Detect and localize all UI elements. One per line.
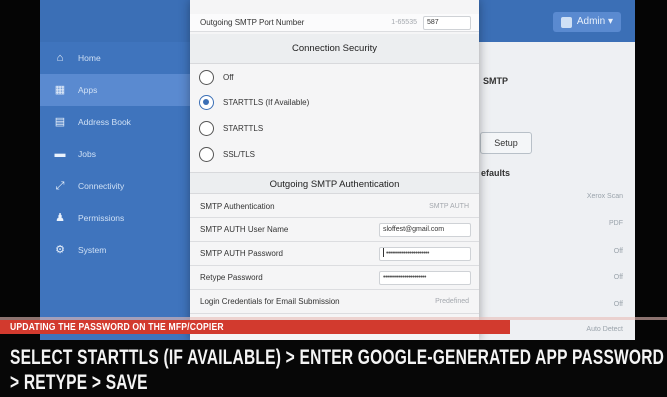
login-credentials-value: Predefined — [435, 298, 469, 305]
sidebar-item-address-book[interactable]: ▤ Address Book — [40, 106, 190, 138]
video-frame: Admin ▾ ⌂ Home ▦ Apps ▤ Address Book ▬ J… — [0, 0, 667, 397]
sidebar-item-label: Apps — [78, 85, 98, 95]
login-credentials-row[interactable]: Login Credentials for Email Submission P… — [190, 290, 479, 314]
background-value: PDF — [609, 220, 623, 227]
password-row: SMTP AUTH Password •••••••••••••••••••••… — [190, 242, 479, 266]
username-label: SMTP AUTH User Name — [200, 225, 289, 234]
port-label: Outgoing SMTP Port Number — [200, 18, 305, 27]
setup-button[interactable]: Setup — [480, 132, 532, 154]
username-input[interactable]: sloffest@gmail.com — [379, 222, 471, 237]
retype-password-label: Retype Password — [200, 273, 263, 282]
sidebar-item-label: Permissions — [78, 213, 125, 223]
smtp-authentication-value: SMTP AUTH — [429, 202, 469, 210]
radio-ssl-tls[interactable] — [199, 146, 214, 162]
password-value: •••••••••••••••••••••• — [386, 249, 429, 257]
security-option-starttls-if-available[interactable]: STARTTLS (If Available) — [190, 89, 479, 115]
connection-security-heading: Connection Security — [190, 34, 479, 64]
radio-starttls[interactable] — [199, 120, 214, 136]
radio-label: Off — [223, 72, 234, 82]
system-icon: ⚙ — [55, 244, 65, 256]
apps-icon: ▦ — [54, 84, 66, 96]
port-hint: 1-65535 — [391, 19, 417, 26]
admin-label: Admin ▾ — [576, 16, 613, 27]
sidebar-item-system[interactable]: ⚙ System — [40, 234, 190, 266]
retype-password-row: Retype Password •••••••••••••••••••••• — [190, 266, 479, 290]
security-option-ssl-tls[interactable]: SSL/TLS — [190, 141, 479, 167]
background-value: Off — [613, 301, 623, 308]
port-row: Outgoing SMTP Port Number 1-65535 587 — [190, 14, 479, 32]
admin-icon — [560, 16, 572, 28]
permissions-icon: ♟ — [55, 212, 65, 224]
sidebar-item-permissions[interactable]: ♟ Permissions — [40, 202, 190, 234]
password-label: SMTP AUTH Password — [200, 249, 283, 258]
text-cursor — [383, 248, 384, 258]
background-value: Xerox Scan — [586, 193, 623, 200]
radio-label: STARTTLS (If Available) — [223, 97, 310, 107]
sidebar-item-label: System — [78, 245, 107, 255]
username-row: SMTP AUTH User Name sloffest@gmail.com — [190, 218, 479, 242]
sidebar-item-label: Connectivity — [78, 181, 125, 191]
sidebar-item-label: Address Book — [78, 117, 131, 127]
authentication-heading: Outgoing SMTP Authentication — [190, 172, 479, 194]
smtp-authentication-row[interactable]: SMTP Authentication SMTP AUTH — [190, 195, 479, 218]
radio-starttls-if-available[interactable] — [199, 94, 214, 110]
caption-line-1: SELECT STARTTLS (IF AVAILABLE) > ENTER G… — [10, 346, 665, 369]
sidebar-item-home[interactable]: ⌂ Home — [40, 42, 190, 74]
port-input[interactable]: 587 — [423, 15, 471, 30]
radio-label: STARTTLS — [223, 123, 264, 133]
caption-line-2: > RETYPE > SAVE — [10, 371, 148, 394]
smtp-settings-dialog: Outgoing SMTP Port Number 1-65535 587 Co… — [190, 0, 479, 340]
background-defaults-heading: efaults — [481, 168, 511, 178]
radio-label: SSL/TLS — [223, 149, 256, 159]
subtitle-bar: UPDATING THE PASSWORD ON THE MFP/COPIER — [0, 317, 667, 340]
retype-password-input[interactable]: •••••••••••••••••••••• — [379, 270, 471, 285]
retype-password-value: •••••••••••••••••••••• — [383, 273, 426, 281]
login-credentials-label: Login Credentials for Email Submission — [200, 297, 340, 306]
password-input[interactable]: •••••••••••••••••••••• — [379, 246, 471, 261]
jobs-icon: ▬ — [54, 148, 66, 160]
security-option-off[interactable]: Off — [190, 64, 479, 90]
background-smtp-heading: SMTP — [483, 76, 509, 86]
security-option-starttls[interactable]: STARTTLS — [190, 115, 479, 141]
subtitle-bar-text: UPDATING THE PASSWORD ON THE MFP/COPIER — [10, 322, 224, 333]
sidebar-item-connectivity[interactable]: ⤢ Connectivity — [40, 170, 190, 202]
background-value: Off — [613, 248, 623, 255]
radio-off[interactable] — [199, 69, 214, 85]
sidebar-item-apps[interactable]: ▦ Apps — [40, 74, 190, 106]
connectivity-icon: ⤢ — [55, 180, 65, 192]
address-book-icon: ▤ — [54, 116, 66, 128]
home-icon: ⌂ — [56, 52, 64, 64]
background-value: Off — [613, 274, 623, 281]
smtp-authentication-label: SMTP Authentication — [200, 201, 275, 211]
sidebar-item-label: Home — [78, 53, 101, 63]
sidebar: ⌂ Home ▦ Apps ▤ Address Book ▬ Jobs ⤢ Co… — [40, 42, 190, 340]
sidebar-item-label: Jobs — [78, 149, 96, 159]
admin-menu[interactable]: Admin ▾ — [552, 12, 621, 32]
sidebar-item-jobs[interactable]: ▬ Jobs — [40, 138, 190, 170]
